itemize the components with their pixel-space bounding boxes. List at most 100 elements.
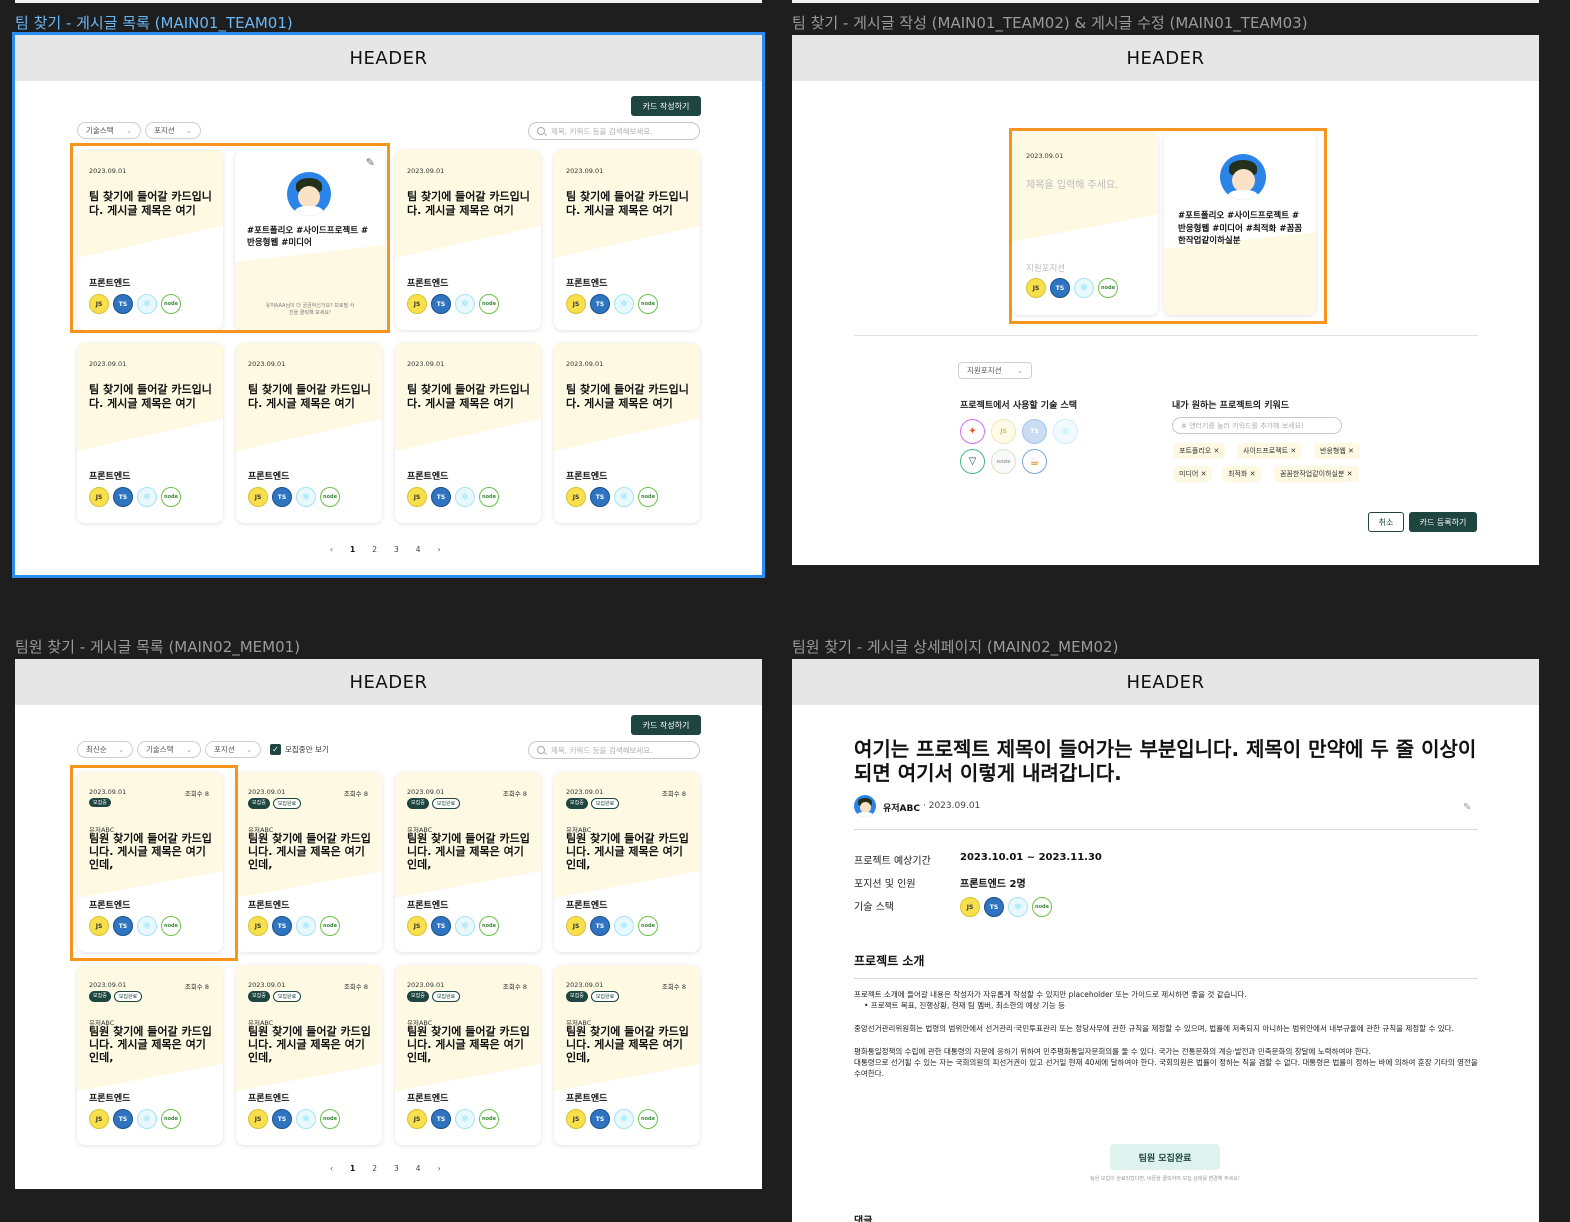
card-date: 2023.09.01 [89, 788, 127, 796]
card-title: 팀원 찾기에 들어갈 카드입니다. 게시글 제목은 여기인데, [407, 1025, 530, 1064]
typescript-icon[interactable]: TS [1022, 419, 1047, 444]
card-title: 팀 찾기에 들어갈 카드입니다. 게시글 제목은 여기 [407, 383, 530, 410]
status-badge: 모집완료 [431, 798, 461, 809]
keyword-chip[interactable]: 미디어 ✕ [1173, 466, 1213, 482]
status-badge: 모집중 [407, 798, 429, 809]
write-card-button[interactable]: 카드 작성하기 [631, 715, 701, 735]
frame-mem01[interactable]: HEADER 카드 작성하기 최신순 ⌄ 기술스택 ⌄ 포지션 ⌄ ✓ 모집중만 보기… [15, 659, 762, 1189]
member-card[interactable]: 2023.09.01 조회수 8 모집중 모집완료 유저ABC 팀원 찾기에 들어갈 카드… [554, 965, 700, 1145]
keyword-chip[interactable]: 꼼꼼한작업같이하실분 ✕ [1274, 466, 1359, 482]
prev-page[interactable]: ‹ [330, 545, 333, 554]
member-card[interactable]: 2023.09.01 조회수 8 모집중 모집완료 유저ABC 팀원 찾기에 들어갈 카드… [395, 772, 541, 952]
card-preview-front[interactable]: 2023.09.01 제목을 입력해 주세요. 지원포지션 JS TS ⚛ node [1012, 132, 1158, 315]
member-card[interactable]: 2023.09.01 조회수 8 모집중 모집완료 유저ABC 팀원 찾기에 들어갈 카드… [395, 965, 541, 1145]
team-card-back[interactable]: ✎ #포트폴리오 #사이드프로젝트 #반응형웹 #미디어 유저AAA님이 더 궁… [235, 150, 385, 330]
filter-position-select[interactable]: 포지션 ⌄ [145, 122, 201, 139]
node-icon[interactable]: node [991, 449, 1016, 474]
card-date: 2023.09.01 [566, 981, 604, 989]
page-link[interactable]: 2 [372, 1164, 377, 1173]
team-card[interactable]: 2023.09.01 팀 찾기에 들어갈 카드입니다. 게시글 제목은 여기 프… [236, 343, 382, 523]
recruiting-only-toggle[interactable]: ✓ 모집중만 보기 [270, 744, 329, 755]
pagination: ‹ 1 2 3 4 › [330, 545, 441, 554]
team-card[interactable]: 2023.09.01 팀 찾기에 들어갈 카드입니다. 게시글 제목은 여기 프… [77, 150, 223, 330]
javascript-icon[interactable]: JS [991, 419, 1016, 444]
team-card[interactable]: 2023.09.01 팀 찾기에 들어갈 카드입니다. 게시글 제목은 여기 프… [395, 343, 541, 523]
node-icon: node [320, 487, 340, 507]
member-card[interactable]: 2023.09.01 조회수 8 모집중 모집완료 유저ABC 팀원 찾기에 들어갈 카드… [236, 965, 382, 1145]
card-preview-back[interactable]: #포트폴리오 #사이드프로젝트 #반응형웹 #미디어 #최적화 #꼼꼼한작업같이… [1164, 132, 1316, 315]
stack-label: 기술 스택 [854, 902, 894, 913]
close-icon[interactable]: ✕ [1201, 470, 1207, 478]
close-icon[interactable]: ✕ [1213, 447, 1219, 455]
status-badge: 모집중 [248, 798, 270, 809]
next-page[interactable]: › [438, 1164, 441, 1173]
close-icon[interactable]: ✕ [1250, 470, 1256, 478]
react-icon: ⚛ [137, 916, 157, 936]
frame-title-mem02: 팀원 찾기 - 게시글 상세페이지 (MAIN02_MEM02) [792, 638, 1119, 656]
chevron-down-icon: ⌄ [246, 745, 252, 754]
search-input[interactable]: 제목, 키워드 등을 검색해보세요. [528, 741, 700, 759]
team-card[interactable]: 2023.09.01 팀 찾기에 들어갈 카드입니다. 게시글 제목은 여기 프… [554, 150, 700, 330]
figma-icon[interactable]: ✦ [960, 419, 985, 444]
javascript-icon: JS [566, 294, 586, 314]
page-link[interactable]: 1 [350, 545, 355, 554]
frame-team01[interactable]: HEADER 카드 작성하기 기술스택 ⌄ 포지션 ⌄ 제목, 키워드 등을 검색해… [12, 32, 765, 578]
react-icon: ⚛ [137, 1109, 157, 1129]
java-icon[interactable]: ☕ [1022, 449, 1047, 474]
filter-position-select[interactable]: 포지션 ⌄ [205, 741, 261, 758]
avatar[interactable] [854, 795, 876, 817]
member-card[interactable]: 2023.09.01 조회수 8 모집중 모집완료 유저ABC 팀원 찾기에 들어갈 카드… [554, 772, 700, 952]
edit-pencil-icon[interactable]: ✎ [366, 156, 375, 169]
team-card[interactable]: 2023.09.01 팀 찾기에 들어갈 카드입니다. 게시글 제목은 여기 프… [395, 150, 541, 330]
position-select[interactable]: 지원포지션 ⌄ [958, 362, 1032, 379]
status-badge: 모집완료 [431, 991, 461, 1002]
keyword-chip[interactable]: 포트폴리오 ✕ [1173, 443, 1226, 459]
keyword-chip[interactable]: 최적화 ✕ [1222, 466, 1262, 482]
intro-text: 중앙선거관리위원회는 법령의 범위안에서 선거관리·국민투표관리 또는 정당사무… [854, 1024, 1454, 1033]
submit-card-button[interactable]: 카드 등록하기 [1409, 512, 1477, 532]
close-icon[interactable]: ✕ [1348, 447, 1354, 455]
member-card[interactable]: 2023.09.01 조회수 8 모집중 모집완료 유저ABC 팀원 찾기에 들어갈 카드… [77, 965, 223, 1145]
page-link[interactable]: 2 [372, 545, 377, 554]
member-card[interactable]: 2023.09.01 조회수 8 모집중 유저ABC 팀원 찾기에 들어갈 카드입니다.… [77, 772, 223, 952]
header: HEADER [792, 659, 1539, 705]
page-link[interactable]: 3 [394, 1164, 399, 1173]
checkbox-checked-icon[interactable]: ✓ [270, 744, 281, 755]
typescript-icon: TS [431, 294, 451, 314]
prev-page[interactable]: ‹ [330, 1164, 333, 1173]
vue-icon[interactable]: ▽ [960, 449, 985, 474]
title-input[interactable]: 제목을 입력해 주세요. [1026, 176, 1118, 191]
complete-recruit-button[interactable]: 팀원 모집완료 [1110, 1144, 1220, 1170]
page-link[interactable]: 4 [416, 1164, 421, 1173]
filter-stack-select[interactable]: 기술스택 ⌄ [137, 741, 201, 758]
member-card[interactable]: 2023.09.01 조회수 8 모집중 모집완료 유저ABC 팀원 찾기에 들어갈 카드… [236, 772, 382, 952]
team-card[interactable]: 2023.09.01 팀 찾기에 들어갈 카드입니다. 게시글 제목은 여기 프… [554, 343, 700, 523]
author-name[interactable]: 유저ABC [883, 801, 920, 814]
frame-mem02[interactable]: HEADER 여기는 프로젝트 제목이 들어가는 부분입니다. 제목이 만약에 … [792, 659, 1539, 1222]
card-date: 2023.09.01 [407, 360, 445, 368]
keyword-chip[interactable]: 반응형웹 ✕ [1314, 443, 1360, 459]
keyword-input[interactable]: # 엔터키를 눌러 키워드를 추가해 보세요! [1172, 417, 1342, 434]
typescript-icon: TS [272, 487, 292, 507]
filter-stack-select[interactable]: 기술스택 ⌄ [77, 122, 141, 139]
status-badge: 모집중 [566, 798, 588, 809]
close-icon[interactable]: ✕ [1347, 470, 1353, 478]
page-link[interactable]: 4 [416, 545, 421, 554]
avatar[interactable] [1220, 154, 1266, 200]
sort-select[interactable]: 최신순 ⌄ [77, 741, 133, 758]
search-input[interactable]: 제목, 키워드 등을 검색해보세요. [528, 122, 700, 140]
write-card-button[interactable]: 카드 작성하기 [631, 96, 701, 116]
cancel-button[interactable]: 취소 [1368, 512, 1404, 532]
page-link[interactable]: 3 [394, 545, 399, 554]
edit-pencil-icon[interactable]: ✎ [1463, 802, 1471, 813]
frame-team02[interactable]: HEADER 2023.09.01 제목을 입력해 주세요. 지원포지션 JS T… [792, 35, 1539, 565]
team-card[interactable]: 2023.09.01 팀 찾기에 들어갈 카드입니다. 게시글 제목은 여기 프… [77, 343, 223, 523]
react-icon[interactable]: ⚛ [1053, 419, 1078, 444]
next-page[interactable]: › [438, 545, 441, 554]
react-icon: ⚛ [614, 487, 634, 507]
status-badge: 모집중 [89, 798, 111, 807]
avatar[interactable] [287, 172, 331, 216]
close-icon[interactable]: ✕ [1290, 447, 1296, 455]
keyword-chip[interactable]: 사이드프로젝트 ✕ [1237, 443, 1303, 459]
page-link[interactable]: 1 [350, 1164, 355, 1173]
